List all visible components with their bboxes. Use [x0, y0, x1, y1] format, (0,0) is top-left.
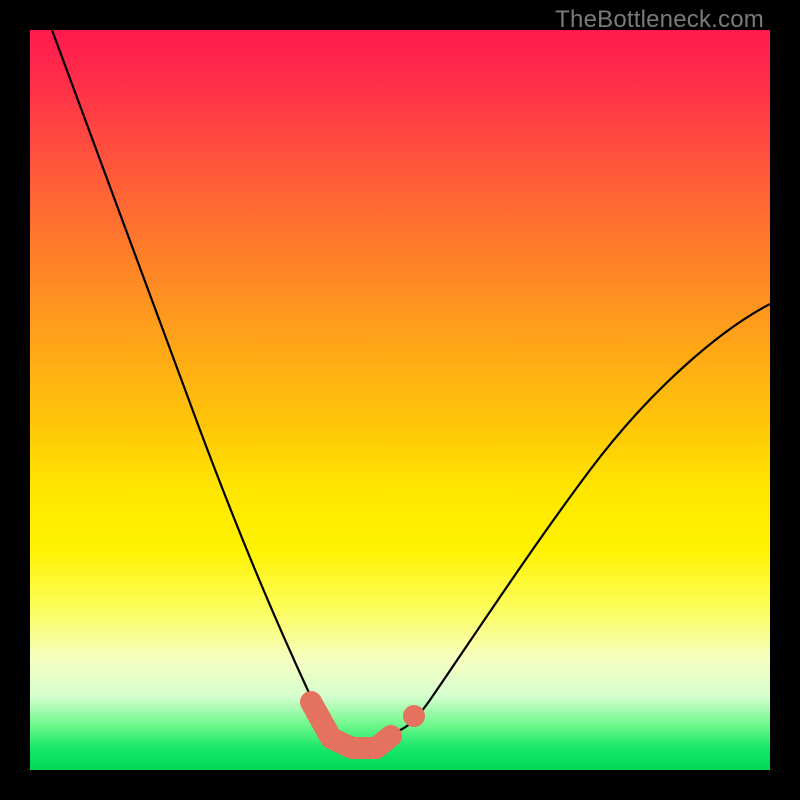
bottom-marker-dot — [403, 705, 425, 727]
chart-frame: TheBottleneck.com — [0, 0, 800, 800]
chart-plot-area — [30, 30, 770, 770]
bottom-marker-segment — [311, 702, 391, 748]
curve-left-branch — [52, 30, 336, 733]
chart-svg — [30, 30, 770, 770]
curve-right-branch — [392, 304, 770, 733]
